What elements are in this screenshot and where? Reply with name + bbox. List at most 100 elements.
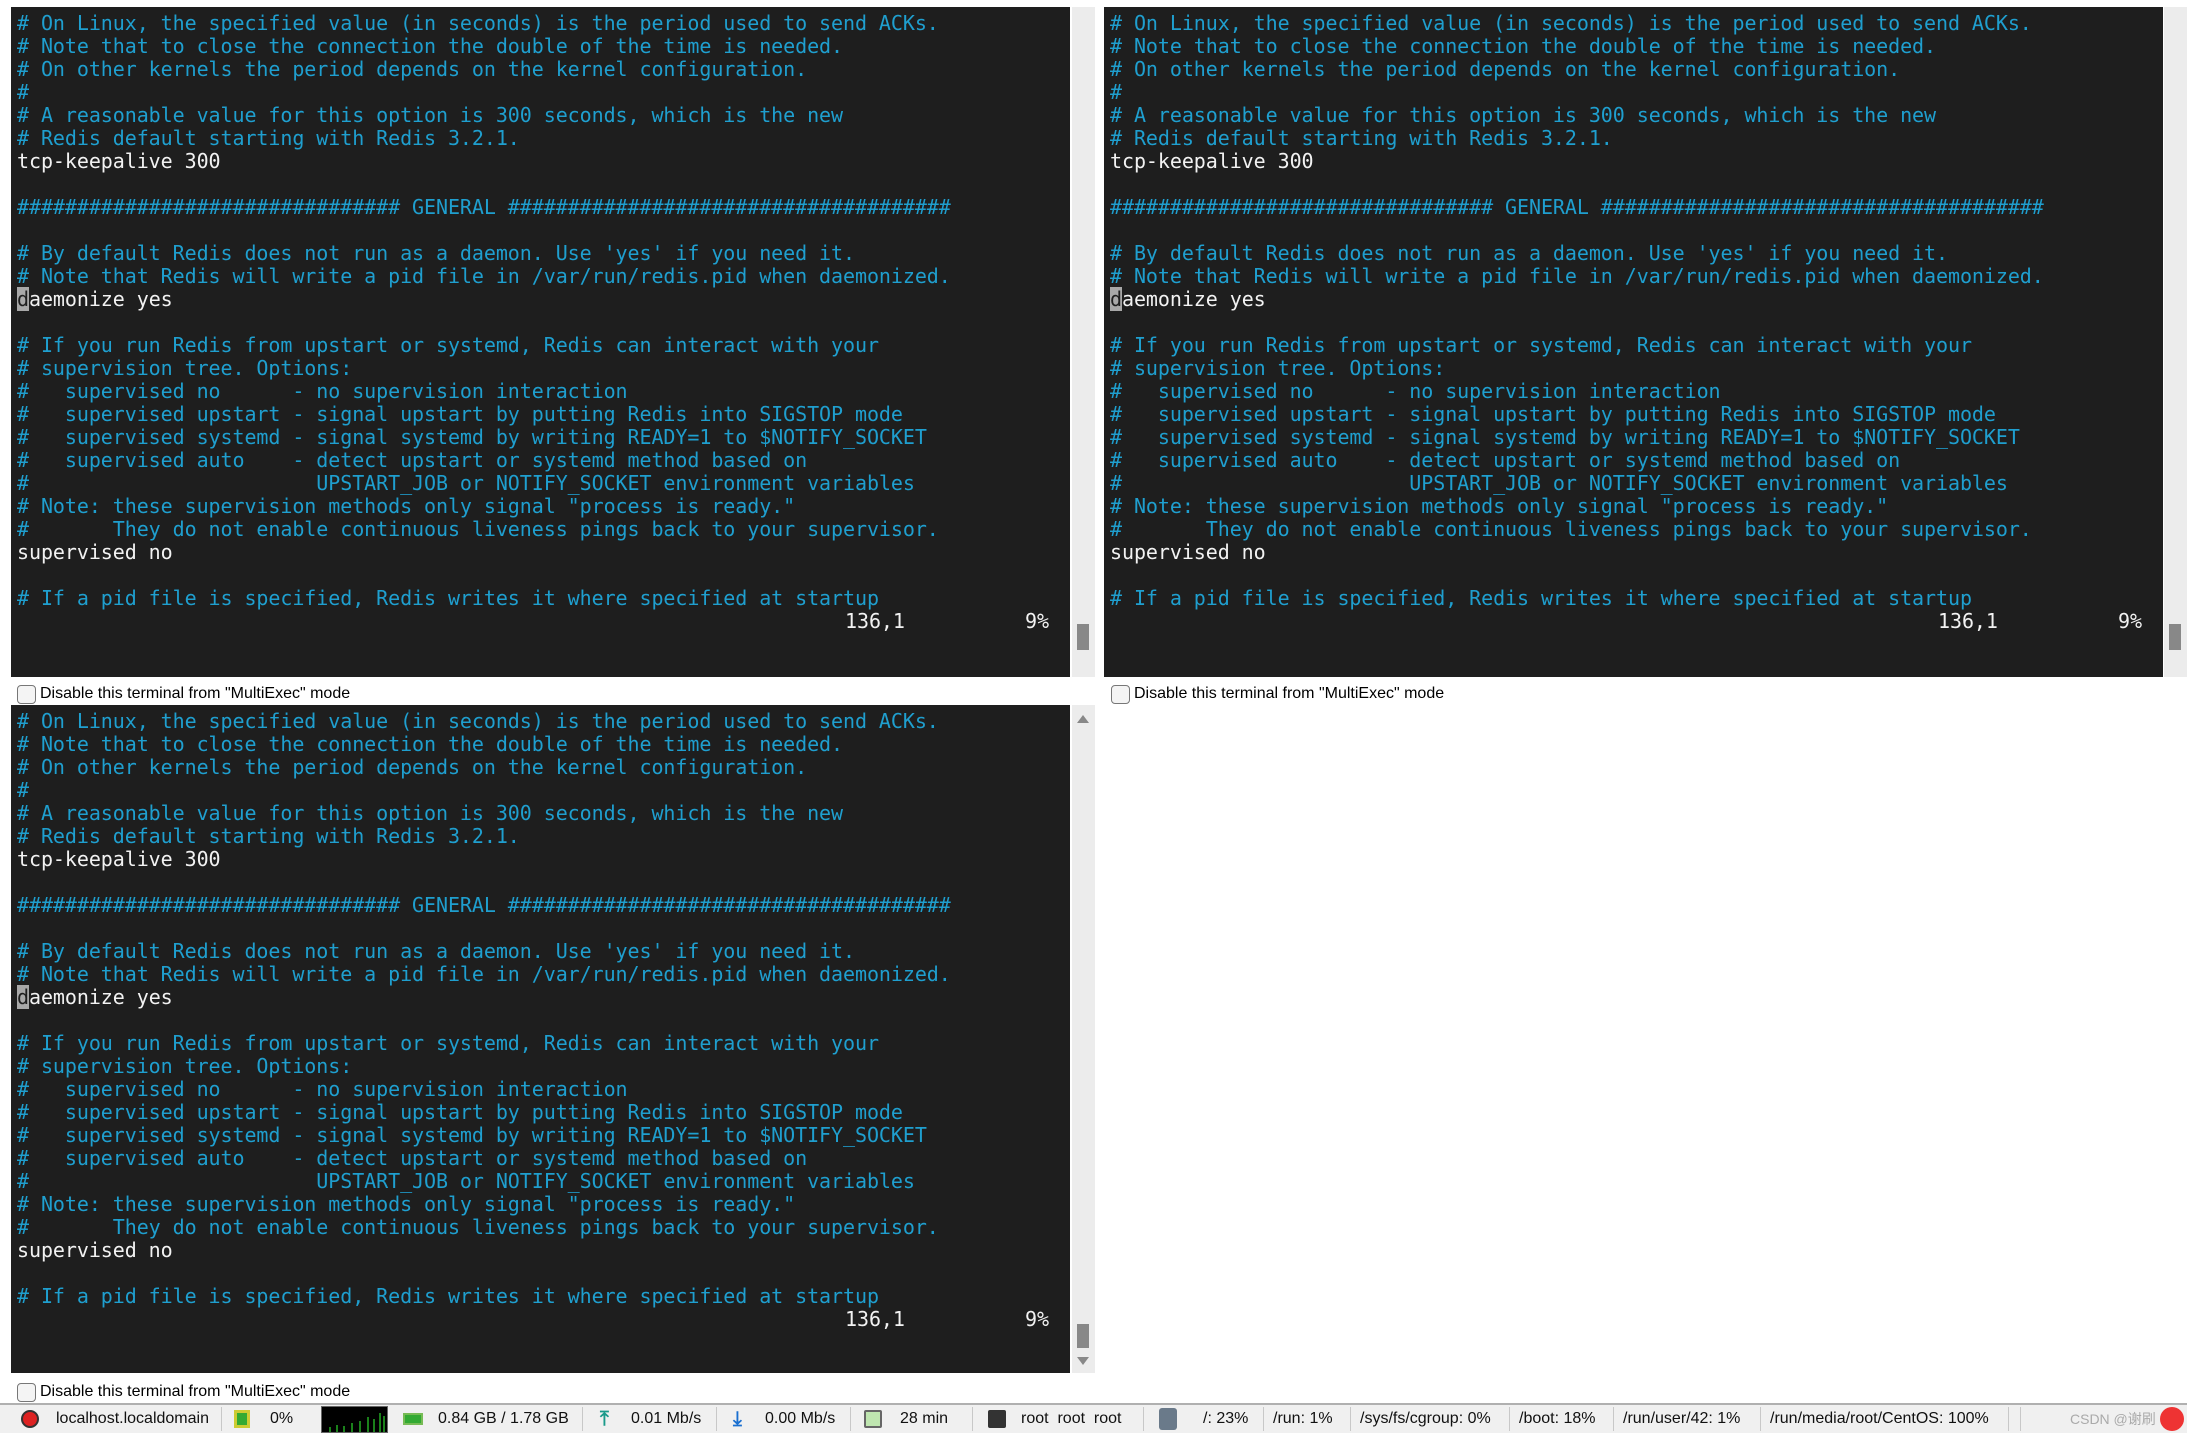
cursor-position: 136,1 xyxy=(845,1307,905,1331)
checkbox[interactable] xyxy=(1111,684,1130,704)
terminal-line: supervised no xyxy=(17,1238,173,1262)
separator xyxy=(850,1407,851,1431)
terminal-line: # Note that to close the connection the … xyxy=(1110,34,1937,58)
scrollbar-thumb[interactable] xyxy=(1077,1324,1089,1348)
cursor: d xyxy=(17,985,29,1009)
cpu-graph-bars xyxy=(329,1413,385,1432)
terminal-line: # If you run Redis from upstart or syste… xyxy=(17,333,879,357)
terminal-line: # Note: these supervision methods only s… xyxy=(17,1192,796,1216)
cpu-usage: 0% xyxy=(270,1410,294,1427)
terminal-line: # A reasonable value for this option is … xyxy=(1110,103,1937,127)
multiexec-checkbox-bottom-left[interactable]: Disable this terminal from "MultiExec" m… xyxy=(17,1382,350,1402)
terminal-bottom-left[interactable]: # On Linux, the specified value (in seco… xyxy=(11,705,1070,1373)
terminal-line: # By default Redis does not run as a dae… xyxy=(1110,241,1948,265)
terminal-line: # xyxy=(17,778,29,802)
terminal-line: # By default Redis does not run as a dae… xyxy=(17,241,855,265)
terminal-line: # Note that to close the connection the … xyxy=(17,732,844,756)
cpu-icon xyxy=(234,1410,250,1428)
terminal-line: # supervised systemd - signal systemd by… xyxy=(17,1123,927,1147)
terminal-top-right[interactable]: # On Linux, the specified value (in seco… xyxy=(1104,7,2163,677)
separator xyxy=(1143,1407,1144,1431)
scroll-down-arrow-icon[interactable] xyxy=(1077,1357,1089,1365)
separator xyxy=(221,1407,222,1431)
terminal-line: # On other kernels the period depends on… xyxy=(17,57,808,81)
separator xyxy=(716,1407,717,1431)
terminal-line: # If you run Redis from upstart or syste… xyxy=(17,1031,879,1055)
terminal-top-left[interactable]: # On Linux, the specified value (in seco… xyxy=(11,7,1070,677)
checkbox-label: Disable this terminal from "MultiExec" m… xyxy=(40,685,351,702)
terminal-line: # A reasonable value for this option is … xyxy=(17,801,844,825)
terminal-line: # UPSTART_JOB or NOTIFY_SOCKET environme… xyxy=(17,1169,915,1193)
scroll-percent: 9% xyxy=(1025,609,1049,633)
line-text: aemonize yes xyxy=(28,287,173,311)
cursor-position: 136,1 xyxy=(845,609,905,633)
separator xyxy=(1263,1407,1264,1431)
terminal-line: # Note: these supervision methods only s… xyxy=(1110,494,1889,518)
cursor-position: 136,1 xyxy=(1938,609,1998,633)
disk-root: /: 23% xyxy=(1203,1410,1249,1427)
terminal-line: # Redis default starting with Redis 3.2.… xyxy=(17,824,520,848)
terminal-line: ################################ GENERAL… xyxy=(17,195,951,219)
uptime-clock-icon xyxy=(864,1410,882,1428)
status-bar: localhost.localdomain 0% 0.84 GB / 1.78 … xyxy=(0,1403,2187,1433)
terminal-line: # On Linux, the specified value (in seco… xyxy=(1110,11,2032,35)
terminal-line: # supervision tree. Options: xyxy=(1110,356,1446,380)
terminal-line: # They do not enable continuous liveness… xyxy=(17,1215,939,1239)
terminal-line: # supervised auto - detect upstart or sy… xyxy=(1110,448,1901,472)
memory-icon xyxy=(403,1413,423,1425)
terminal-line: # supervised no - no supervision interac… xyxy=(1110,379,1721,403)
terminal-line: daemonize yes xyxy=(1110,287,1266,311)
separator xyxy=(1350,1407,1351,1431)
terminal-line: tcp-keepalive 300 xyxy=(17,149,221,173)
terminal-line: # supervised auto - detect upstart or sy… xyxy=(17,1146,808,1170)
separator xyxy=(2008,1407,2009,1431)
separator xyxy=(1760,1407,1761,1431)
cursor: d xyxy=(1110,287,1122,311)
hostname: localhost.localdomain xyxy=(56,1410,209,1427)
terminal-line: # A reasonable value for this option is … xyxy=(17,103,844,127)
terminal-line: # UPSTART_JOB or NOTIFY_SOCKET environme… xyxy=(1110,471,2008,495)
multiexec-checkbox-top-left[interactable]: Disable this terminal from "MultiExec" m… xyxy=(17,684,350,704)
terminal-line: tcp-keepalive 300 xyxy=(17,847,221,871)
terminal-line: # xyxy=(1110,80,1122,104)
separator xyxy=(582,1407,583,1431)
download-icon: ⤓ xyxy=(733,1408,742,1430)
terminal-line: # By default Redis does not run as a dae… xyxy=(17,939,855,963)
disk-run-user: /run/user/42: 1% xyxy=(1623,1410,1741,1427)
redhat-icon xyxy=(21,1410,39,1428)
cursor: d xyxy=(17,287,29,311)
terminal-line: # supervised upstart - signal upstart by… xyxy=(17,402,903,426)
terminal-line: # supervised no - no supervision interac… xyxy=(17,379,628,403)
checkbox[interactable] xyxy=(17,1382,36,1402)
terminal-line: # They do not enable continuous liveness… xyxy=(17,517,939,541)
terminal-line: # Note: these supervision methods only s… xyxy=(17,494,796,518)
terminal-line: # xyxy=(17,80,29,104)
watermark: CSDN @谢刷 xyxy=(2070,1411,2156,1427)
scrollbar-top-right[interactable] xyxy=(2164,7,2187,677)
cpu-graph xyxy=(321,1406,388,1433)
terminal-line: supervised no xyxy=(17,540,173,564)
checkbox[interactable] xyxy=(17,684,36,704)
scrollbar-bottom-left[interactable] xyxy=(1072,705,1095,1373)
scrollbar-thumb[interactable] xyxy=(1077,624,1089,650)
terminal-line: # UPSTART_JOB or NOTIFY_SOCKET environme… xyxy=(17,471,915,495)
terminal-line: # supervised systemd - signal systemd by… xyxy=(1110,425,2020,449)
memory-usage: 0.84 GB / 1.78 GB xyxy=(438,1410,569,1427)
upload-rate: 0.01 Mb/s xyxy=(631,1410,702,1427)
terminal-line: # If a pid file is specified, Redis writ… xyxy=(1110,586,1972,610)
scrollbar-top-left[interactable] xyxy=(1072,7,1095,677)
multiexec-checkbox-top-right[interactable]: Disable this terminal from "MultiExec" m… xyxy=(1111,684,1444,704)
terminal-line: # Redis default starting with Redis 3.2.… xyxy=(17,126,520,150)
scroll-up-arrow-icon[interactable] xyxy=(1077,715,1089,723)
terminal-line: # Redis default starting with Redis 3.2.… xyxy=(1110,126,1613,150)
scroll-percent: 9% xyxy=(1025,1307,1049,1331)
terminal-line: # If a pid file is specified, Redis writ… xyxy=(17,586,879,610)
terminal-line: # Note that Redis will write a pid file … xyxy=(17,962,951,986)
download-rate: 0.00 Mb/s xyxy=(765,1410,836,1427)
checkbox-label: Disable this terminal from "MultiExec" m… xyxy=(40,1383,351,1400)
separator xyxy=(1613,1407,1614,1431)
line-text: aemonize yes xyxy=(1121,287,1266,311)
disk-icon xyxy=(1159,1408,1177,1430)
terminal-line: # Note that to close the connection the … xyxy=(17,34,844,58)
scrollbar-thumb[interactable] xyxy=(2169,624,2181,650)
